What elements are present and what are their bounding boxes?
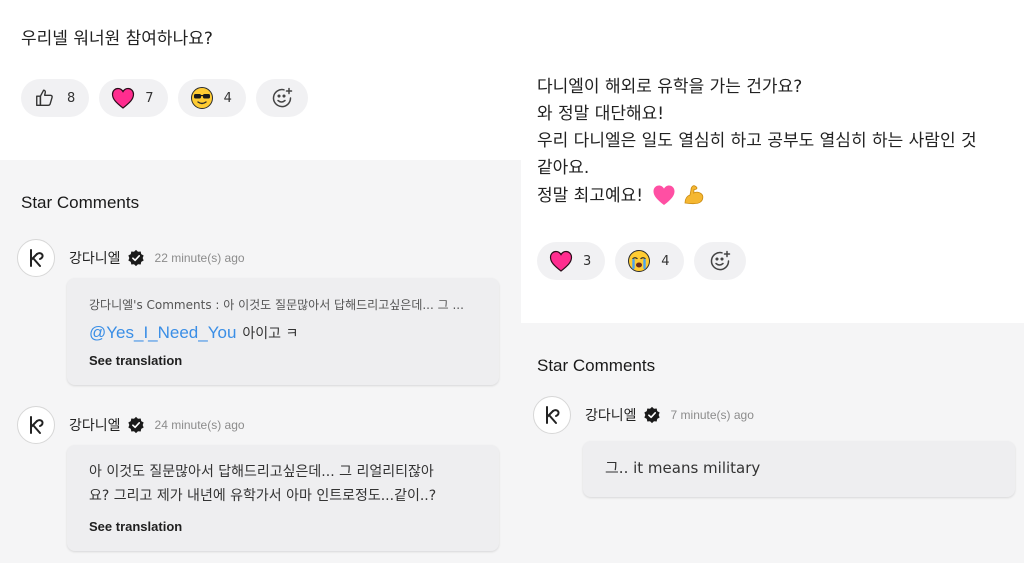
post-text: 다니엘이 해외로 유학을 가는 건가요? 와 정말 대단해요! 우리 다니엘은 …	[537, 74, 977, 210]
author-name[interactable]: 강다니엘	[69, 415, 121, 435]
reaction-count: 3	[583, 253, 592, 269]
add-reaction-button[interactable]	[693, 242, 746, 280]
reaction-count: 4	[223, 90, 232, 106]
see-translation-link[interactable]: See translation	[89, 519, 182, 534]
star-comments-section: Star Comments 강다니엘 7 minute(s) ago 그.. i…	[521, 323, 1024, 563]
comment-text-line: 아 이것도 질문많아서 답해드리고싶은데... 그 리얼리티잖아	[89, 464, 434, 480]
reaction-heart[interactable]: 7	[99, 79, 168, 117]
thumbs-up-icon	[33, 86, 57, 110]
comment-header: 강다니엘 7 minute(s) ago	[533, 396, 754, 434]
author-name[interactable]: 강다니엘	[69, 248, 121, 268]
section-title: Star Comments	[537, 356, 656, 375]
post-text-line: 다니엘이 해외로 유학을 가는 건가요?	[537, 77, 803, 97]
comment-header: 강다니엘 22 minute(s) ago	[17, 239, 245, 277]
star-comments-section: Star Comments 강다니엘 22 minute(s) ago 강다니엘…	[0, 160, 521, 563]
reaction-count: 4	[661, 253, 670, 269]
avatar[interactable]	[17, 239, 55, 277]
add-reaction-icon	[708, 249, 732, 273]
mention-link[interactable]: @Yes_I_Need_You	[89, 323, 236, 342]
add-reaction-icon	[270, 86, 294, 110]
post-text-line: 우리 다니엘은 일도 열심히 하고 공부도 열심히 하는 사람인 것	[537, 131, 977, 151]
reaction-bar: 8 7 4	[21, 79, 308, 117]
comment-header: 강다니엘 24 minute(s) ago	[17, 406, 245, 444]
see-translation-link[interactable]: See translation	[89, 353, 182, 368]
sunglasses-face-icon	[190, 86, 214, 110]
logo-icon	[30, 249, 44, 267]
comment-bubble: 강다니엘's Comments : 아 이것도 질문많아서 답해드리고싶은데..…	[67, 278, 499, 385]
pink-heart-icon	[652, 183, 676, 207]
logo-icon	[30, 416, 44, 434]
comment-bubble: 그.. it means military	[583, 441, 1015, 497]
comment-text: 아 이것도 질문많아서 답해드리고싶은데... 그 리얼리티잖아 요? 그리고 …	[89, 460, 436, 508]
add-reaction-button[interactable]	[255, 79, 308, 117]
reaction-bar: 3 4	[537, 242, 746, 280]
avatar[interactable]	[17, 406, 55, 444]
reaction-heart[interactable]: 3	[537, 242, 606, 280]
logo-icon	[546, 406, 560, 424]
post-text-line: 같아요.	[537, 158, 590, 178]
left-screenshot: 우리넬 워너원 참여하나요? 8 7 4 Star Comments 강다니엘 …	[0, 0, 521, 563]
reaction-thumbs-up[interactable]: 8	[21, 79, 90, 117]
heart-icon	[549, 249, 573, 273]
reaction-crying[interactable]: 4	[615, 242, 684, 280]
comment-time: 7 minute(s) ago	[670, 408, 754, 422]
comment-text-line: 요? 그리고 제가 내년에 유학가서 아마 인트로정도...같이..?	[89, 488, 437, 504]
heart-icon	[111, 86, 135, 110]
comment-time: 22 minute(s) ago	[154, 251, 245, 265]
reply-line: @Yes_I_Need_You 아이고 ㅋ	[89, 323, 298, 343]
verified-badge-icon	[643, 406, 661, 424]
reaction-count: 8	[67, 90, 76, 106]
post-text-line: 정말 최고예요!	[537, 182, 977, 210]
author-name[interactable]: 강다니엘	[585, 405, 637, 425]
post-text-line: 와 정말 대단해요!	[537, 104, 665, 124]
comment-bubble: 아 이것도 질문많아서 답해드리고싶은데... 그 리얼리티잖아 요? 그리고 …	[67, 445, 499, 551]
reaction-count: 7	[145, 90, 154, 106]
avatar[interactable]	[533, 396, 571, 434]
verified-badge-icon	[127, 416, 145, 434]
post-text-last: 정말 최고예요!	[537, 186, 644, 206]
verified-badge-icon	[127, 249, 145, 267]
reply-text: 아이고 ㅋ	[242, 326, 299, 342]
flexed-biceps-icon	[682, 182, 706, 206]
section-title: Star Comments	[21, 193, 140, 212]
crying-face-icon	[627, 249, 651, 273]
quoted-comment: 강다니엘's Comments : 아 이것도 질문많아서 답해드리고싶은데..…	[89, 298, 464, 312]
comment-time: 24 minute(s) ago	[154, 418, 245, 432]
reaction-sunglasses[interactable]: 4	[177, 79, 246, 117]
post-text: 우리넬 워너원 참여하나요?	[21, 29, 213, 49]
comment-text: 그.. it means military	[605, 459, 761, 477]
right-screenshot: 다니엘이 해외로 유학을 가는 건가요? 와 정말 대단해요! 우리 다니엘은 …	[521, 0, 1024, 563]
